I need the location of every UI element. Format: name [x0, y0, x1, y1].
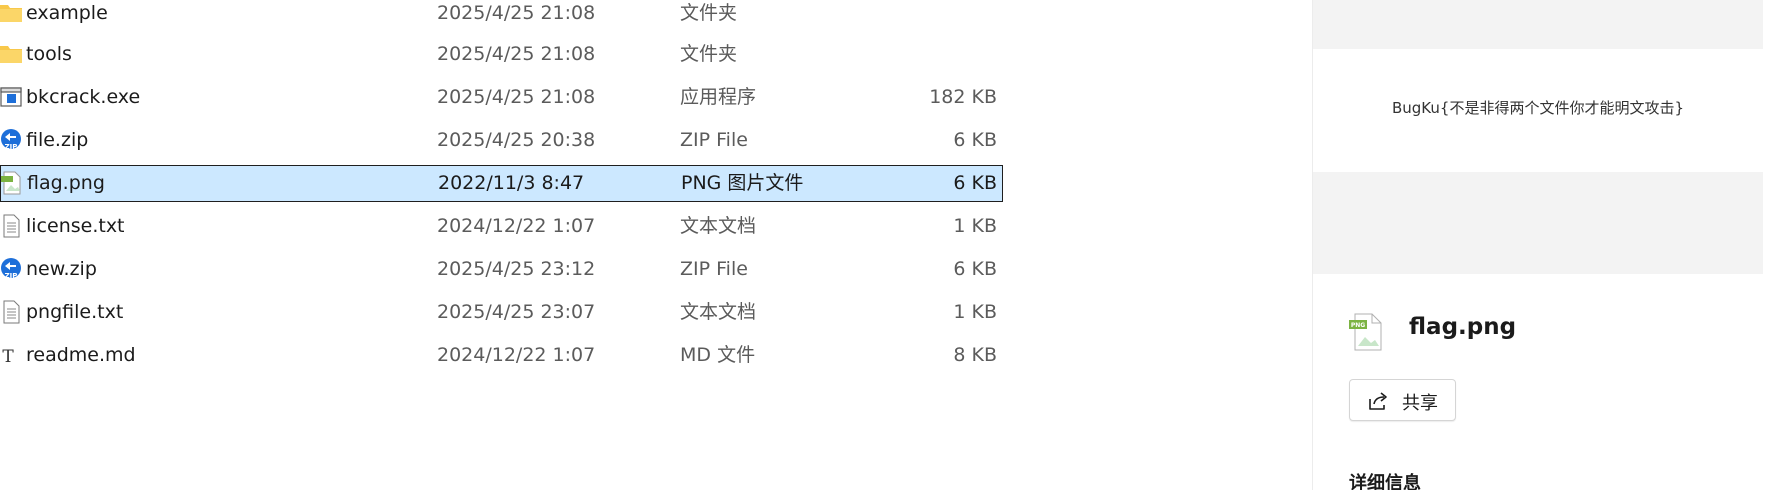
file-name: flag.png — [27, 172, 105, 194]
file-size: 6 KB — [953, 172, 997, 194]
file-type: ZIP File — [680, 258, 748, 280]
file-size: 8 KB — [953, 344, 997, 366]
file-date: 2025/4/25 21:08 — [437, 2, 596, 24]
file-type: 文本文档 — [680, 301, 757, 323]
png-icon: PNG — [1349, 313, 1382, 351]
file-row-new-zip[interactable]: ZIP new.zip 2025/4/25 23:12 ZIP File 6 K… — [0, 250, 1003, 288]
file-name: pngfile.txt — [26, 301, 124, 323]
exe-icon — [0, 87, 22, 107]
share-icon — [1369, 392, 1387, 410]
file-row-file-zip[interactable]: ZIP file.zip 2025/4/25 20:38 ZIP File 6 … — [0, 121, 1003, 159]
preview-image-text: BugKu{不是非得两个文件你才能明文攻击} — [1391, 99, 1684, 117]
file-name: readme.md — [26, 344, 136, 366]
image-preview: BugKu{不是非得两个文件你才能明文攻击} — [1313, 49, 1763, 172]
file-row-tools[interactable]: tools 2025/4/25 21:08 文件夹 — [0, 35, 1003, 73]
file-type: MD 文件 — [680, 344, 756, 366]
file-date: 2025/4/25 23:12 — [437, 258, 596, 280]
share-button[interactable]: 共享 — [1349, 379, 1456, 421]
file-row-flag-png[interactable]: flag.png 2022/11/3 8:47 PNG 图片文件 6 KB — [0, 165, 1003, 202]
file-date: 2022/11/3 8:47 — [438, 172, 585, 194]
preview-pane: BugKu{不是非得两个文件你才能明文攻击} PNG flag.png 共享 详… — [1312, 0, 1774, 490]
details-heading: 详细信息 — [1349, 473, 1421, 490]
file-explorer-window: example 2025/4/25 21:08 文件夹 tools 2025/4… — [0, 0, 1774, 490]
folder-icon — [0, 46, 22, 63]
file-name: tools — [26, 43, 72, 65]
file-type: 文本文档 — [680, 215, 757, 237]
zip-icon: ZIP — [1, 129, 21, 151]
file-size: 1 KB — [953, 215, 997, 237]
file-name: example — [26, 2, 108, 24]
file-type: ZIP File — [680, 129, 748, 151]
file-date: 2024/12/22 1:07 — [437, 215, 596, 237]
png-icon — [1, 171, 21, 195]
file-type: PNG 图片文件 — [681, 172, 804, 194]
file-row-pngfile-txt[interactable]: pngfile.txt 2025/4/25 23:07 文本文档 1 KB — [0, 293, 1003, 331]
file-name: license.txt — [26, 215, 125, 237]
zip-icon: ZIP — [1, 258, 21, 280]
file-name: new.zip — [26, 258, 97, 280]
svg-text:ZIP: ZIP — [5, 143, 18, 151]
file-row-license-txt[interactable]: license.txt 2024/12/22 1:07 文本文档 1 KB — [0, 207, 1003, 245]
file-name: file.zip — [26, 129, 89, 151]
folder-icon — [0, 5, 22, 22]
text-file-icon — [3, 214, 20, 238]
file-row-example[interactable]: example 2025/4/25 21:08 文件夹 — [0, 0, 1003, 32]
file-size: 6 KB — [953, 129, 997, 151]
file-type: 应用程序 — [680, 86, 757, 108]
file-size: 182 KB — [929, 86, 997, 108]
share-label: 共享 — [1402, 393, 1438, 414]
file-date: 2025/4/25 23:07 — [437, 301, 596, 323]
preview-background — [1313, 0, 1763, 49]
file-date: 2024/12/22 1:07 — [437, 344, 596, 366]
file-row-readme-md[interactable]: T readme.md 2024/12/22 1:07 MD 文件 8 KB — [0, 336, 1003, 374]
preview-background — [1313, 172, 1763, 274]
file-type: 文件夹 — [680, 2, 738, 24]
svg-text:ZIP: ZIP — [5, 272, 18, 280]
markdown-file-icon: T — [2, 347, 14, 367]
file-size: 1 KB — [953, 301, 997, 323]
detail-file-name: flag.png — [1409, 314, 1517, 340]
file-name: bkcrack.exe — [26, 86, 141, 108]
file-row-bkcrack[interactable]: bkcrack.exe 2025/4/25 21:08 应用程序 182 KB — [0, 78, 1003, 116]
svg-text:PNG: PNG — [1351, 322, 1365, 329]
file-list: example 2025/4/25 21:08 文件夹 tools 2025/4… — [0, 0, 1312, 490]
svg-text:T: T — [2, 347, 14, 367]
file-date: 2025/4/25 20:38 — [437, 129, 596, 151]
file-date: 2025/4/25 21:08 — [437, 86, 596, 108]
file-size: 6 KB — [953, 258, 997, 280]
file-type: 文件夹 — [680, 43, 738, 65]
text-file-icon — [3, 300, 20, 324]
file-date: 2025/4/25 21:08 — [437, 43, 596, 65]
